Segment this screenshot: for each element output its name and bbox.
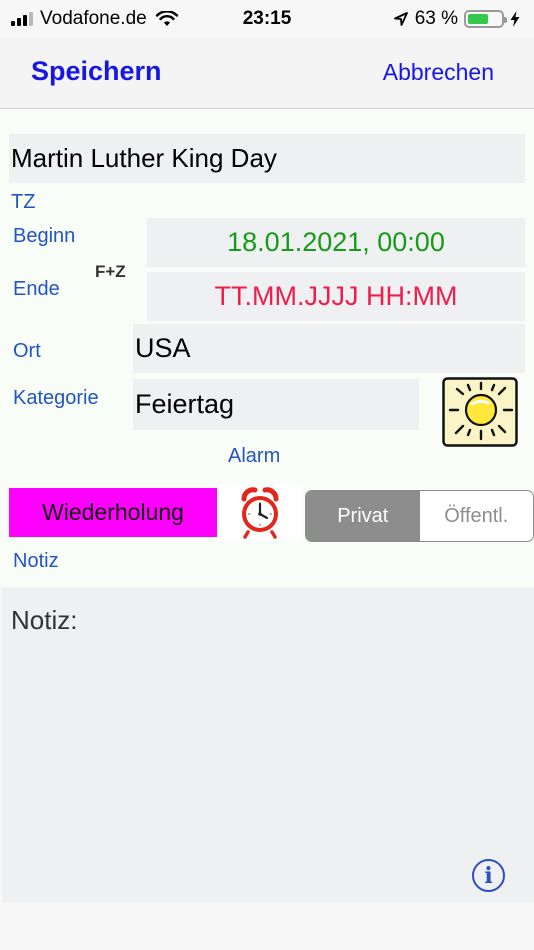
title-field[interactable]: Martin Luther King Day <box>9 134 525 183</box>
note-text: Notiz: <box>11 605 78 635</box>
battery-icon <box>464 10 507 28</box>
note-textarea[interactable]: Notiz: i <box>2 588 534 903</box>
begin-date-value: 18.01.2021, 00:00 <box>227 227 445 257</box>
status-bar: Vodafone.de 23:15 63 % <box>0 0 534 38</box>
timezone-label[interactable]: TZ <box>11 191 35 214</box>
charging-bolt-icon <box>510 11 520 27</box>
category-label: Kategorie <box>13 387 99 409</box>
segment-private[interactable]: Privat <box>306 491 420 541</box>
end-label: Ende <box>13 278 60 300</box>
sun-icon[interactable] <box>442 377 518 447</box>
begin-label: Beginn <box>13 225 76 247</box>
category-field[interactable]: Feiertag <box>133 379 419 430</box>
category-value: Feiertag <box>135 389 235 419</box>
info-icon[interactable]: i <box>472 859 505 892</box>
bottom-spacer <box>0 903 534 950</box>
location-value: USA <box>135 333 191 363</box>
location-label: Ort <box>13 340 41 362</box>
battery-fill <box>468 14 489 24</box>
location-arrow-icon <box>393 12 408 26</box>
segment-public[interactable]: Öffentl. <box>420 491 534 541</box>
title-value: Martin Luther King Day <box>11 143 277 173</box>
location-field[interactable]: USA <box>133 324 525 373</box>
battery-percent: 63 % <box>414 8 458 29</box>
alarm-clock-icon[interactable] <box>218 484 302 541</box>
event-form: Martin Luther King Day TZ Beginn 18.01.2… <box>0 109 534 587</box>
fz-toggle[interactable]: F+Z <box>95 262 126 282</box>
note-label: Notiz <box>13 550 59 572</box>
status-right: 63 % <box>393 8 520 30</box>
repeat-button-label: Wiederholung <box>42 499 184 525</box>
repeat-button[interactable]: Wiederholung <box>9 488 217 537</box>
save-button[interactable]: Speichern <box>31 56 162 87</box>
cancel-button[interactable]: Abbrechen <box>383 59 494 86</box>
navigation-bar: Speichern Abbrechen <box>0 38 534 109</box>
end-date-value: TT.MM.JJJJ HH:MM <box>214 281 458 311</box>
visibility-segmented-control: Privat Öffentl. <box>305 490 534 542</box>
end-date-field[interactable]: TT.MM.JJJJ HH:MM <box>147 272 525 321</box>
alarm-label: Alarm <box>228 445 281 467</box>
begin-date-field[interactable]: 18.01.2021, 00:00 <box>147 218 525 267</box>
